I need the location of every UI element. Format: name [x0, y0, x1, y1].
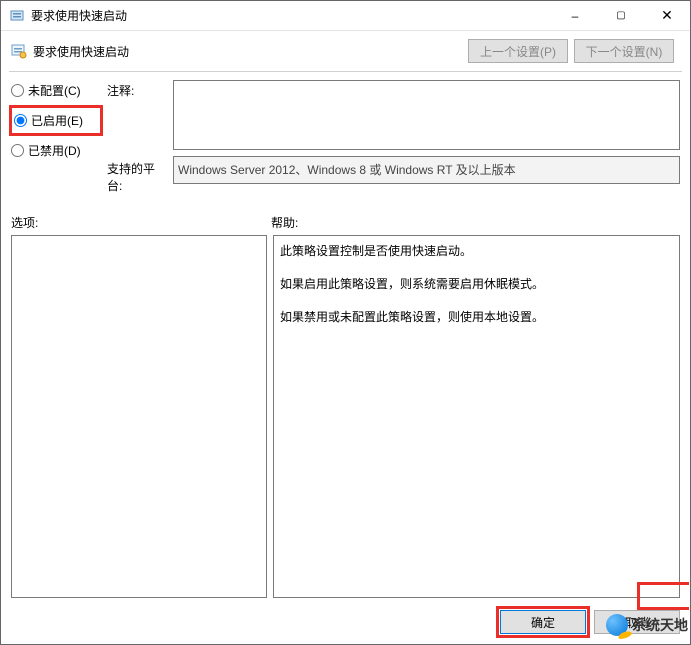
cancel-button[interactable]: 取消: [594, 610, 680, 634]
radio-not-configured[interactable]: 未配置(C): [11, 82, 101, 99]
header-row: 要求使用快速启动 上一个设置(P) 下一个设置(N): [1, 31, 690, 67]
options-label: 选项:: [11, 214, 271, 231]
comment-textarea[interactable]: [173, 80, 680, 150]
next-setting-button[interactable]: 下一个设置(N): [574, 39, 674, 63]
dialog-window: 要求使用快速启动 – ▢ ✕ 要求使用快速启动 上一个设置(P) 下一个设置(N…: [0, 0, 691, 645]
radio-not-configured-label: 未配置(C): [28, 82, 81, 99]
options-panel[interactable]: [11, 235, 267, 598]
divider: [9, 71, 682, 72]
state-radio-group: 未配置(C) 已启用(E) 已禁用(D): [11, 80, 101, 159]
maximize-button[interactable]: ▢: [598, 1, 644, 31]
minimize-button[interactable]: –: [552, 1, 598, 31]
radio-disabled[interactable]: 已禁用(D): [11, 142, 101, 159]
footer: 确定 取消: [1, 604, 690, 644]
content-area: 未配置(C) 已启用(E) 已禁用(D) 注释: 支持的平台: Windows …: [1, 76, 690, 604]
supported-platform-box: Windows Server 2012、Windows 8 或 Windows …: [173, 156, 680, 184]
help-label: 帮助:: [271, 214, 298, 231]
supported-platform-text: Windows Server 2012、Windows 8 或 Windows …: [178, 163, 516, 177]
radio-disabled-input[interactable]: [11, 144, 24, 157]
radio-not-configured-input[interactable]: [11, 84, 24, 97]
radio-disabled-label: 已禁用(D): [28, 142, 81, 159]
titlebar: 要求使用快速启动 – ▢ ✕: [1, 1, 690, 31]
policy-title: 要求使用快速启动: [33, 43, 129, 60]
app-icon: [9, 8, 25, 24]
help-text-line: 此策略设置控制是否使用快速启动。: [280, 242, 673, 261]
policy-icon: [11, 43, 27, 59]
platform-label: 支持的平台:: [107, 156, 167, 194]
ok-button[interactable]: 确定: [500, 610, 586, 634]
help-panel[interactable]: 此策略设置控制是否使用快速启动。 如果启用此策略设置，则系统需要启用休眠模式。 …: [273, 235, 680, 598]
previous-setting-button[interactable]: 上一个设置(P): [468, 39, 568, 63]
help-text-line: 如果禁用或未配置此策略设置，则使用本地设置。: [280, 308, 673, 327]
help-text-line: 如果启用此策略设置，则系统需要启用休眠模式。: [280, 275, 673, 294]
close-button[interactable]: ✕: [644, 1, 690, 31]
radio-enabled[interactable]: 已启用(E): [9, 105, 103, 136]
radio-enabled-input[interactable]: [14, 114, 27, 127]
window-title: 要求使用快速启动: [31, 7, 127, 24]
comment-label: 注释:: [107, 80, 167, 99]
radio-enabled-label: 已启用(E): [31, 112, 83, 129]
